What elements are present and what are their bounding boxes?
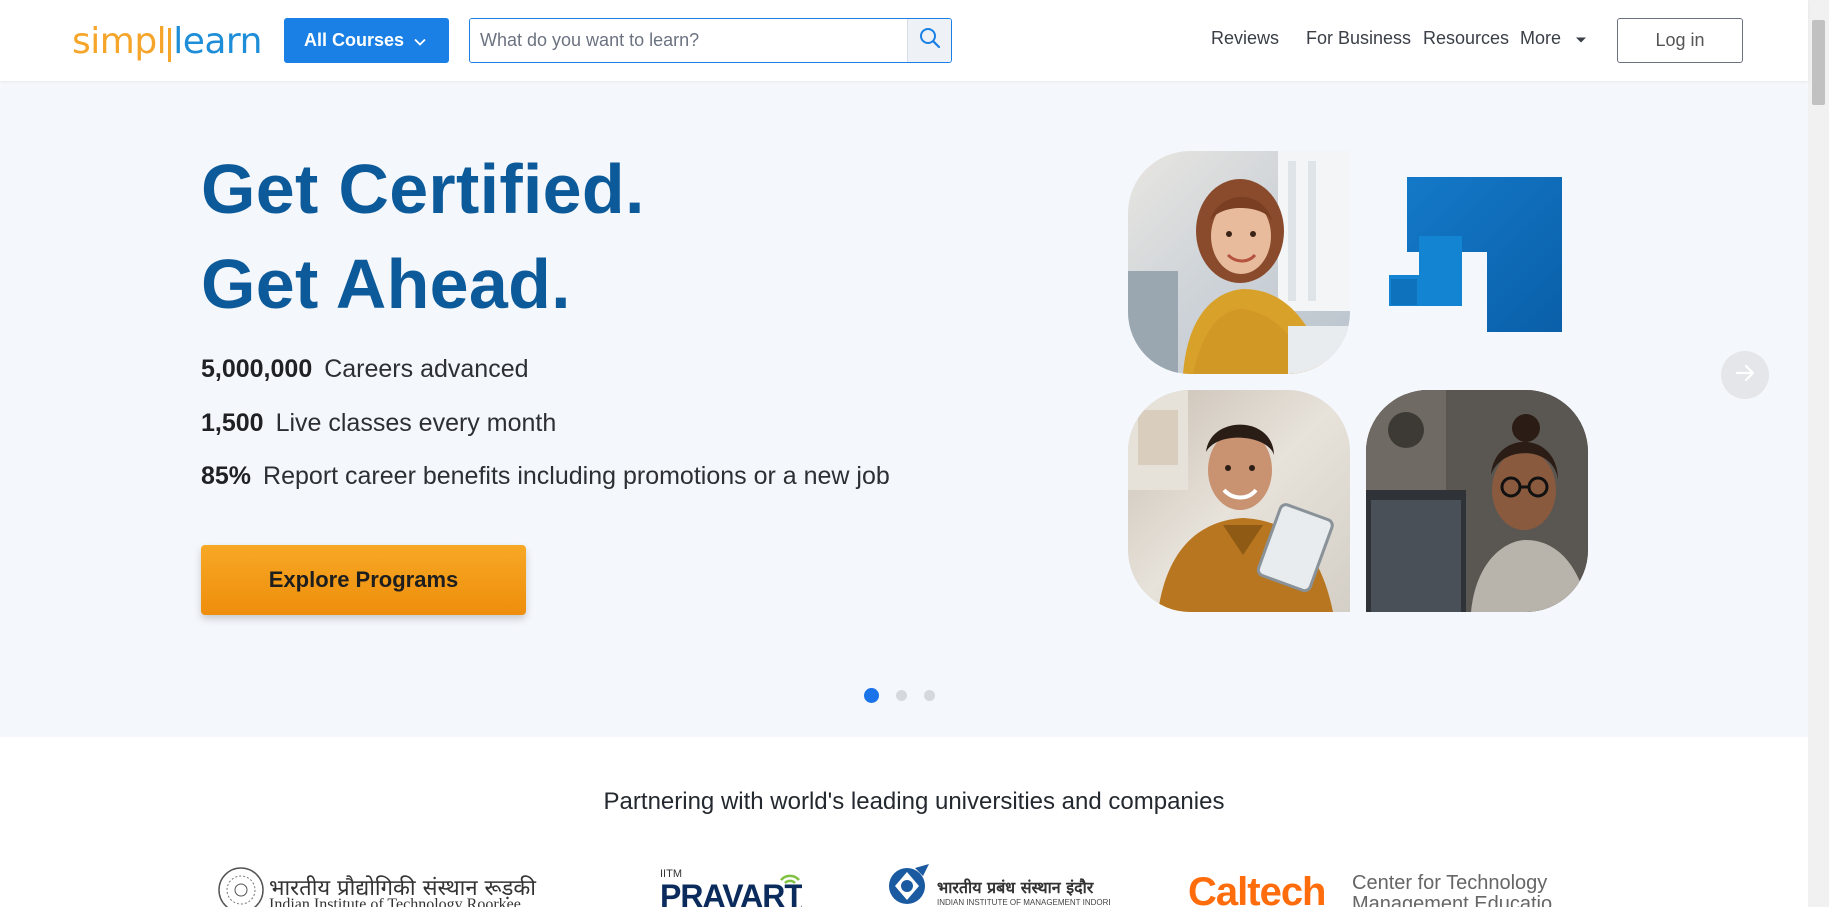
partner-logo-iit-roorkee[interactable]: भारतीय प्रौद्योगिकी संस्थान रूड़की India… <box>217 862 577 907</box>
partner-logo-iitm-pravartak[interactable]: IITM PRAVARTAK <box>660 862 802 907</box>
stat-value: 5,000,000 <box>201 355 313 383</box>
all-courses-label: All Courses <box>304 30 405 50</box>
iim-indore-emblem <box>889 864 929 904</box>
page-scrollbar[interactable] <box>1808 0 1829 907</box>
logo-part-1: simpl <box>72 20 167 62</box>
search-bar <box>469 18 952 63</box>
caltech-ctme-line-1: Center for Technology & <box>1352 872 1553 894</box>
iit-roorkee-english-name: Indian Institute of Technology Roorkee <box>269 896 521 907</box>
carousel-next-button[interactable] <box>1721 351 1769 399</box>
stat-label: Live classes every month <box>275 409 557 437</box>
hero-photo-man-with-tablet <box>1128 390 1350 612</box>
stat-live-classes: 1,500 Live classes every month <box>201 409 556 438</box>
hero-photo-woman-yellow-sweater <box>1128 151 1350 374</box>
carousel-pagination <box>864 688 935 703</box>
partners-heading: Partnering with world's leading universi… <box>603 788 1225 815</box>
explore-programs-button[interactable]: Explore Programs <box>201 545 526 615</box>
all-courses-button[interactable]: All Courses <box>284 18 449 63</box>
hero-title-line-1: Get Certified. <box>201 150 645 228</box>
partner-logo-iim-indore[interactable]: भारतीय प्रबंध संस्थान इंदौर INDIAN INSTI… <box>885 862 1110 907</box>
iim-indore-hindi-name: भारतीय प्रबंध संस्थान इंदौर <box>937 878 1094 897</box>
iim-indore-english-name: INDIAN INSTITUTE OF MANAGEMENT INDORE <box>937 898 1110 907</box>
nav-more-dropdown[interactable]: More <box>1520 28 1587 49</box>
caltech-ctme-line-2: Management Education <box>1352 893 1553 907</box>
logo-wordmark: simpl learn <box>72 21 262 62</box>
arrow-right-icon <box>1734 362 1756 389</box>
nav-reviews-link[interactable]: Reviews <box>1211 28 1279 49</box>
brand-graphic <box>1387 177 1567 357</box>
login-button[interactable]: Log in <box>1617 18 1743 63</box>
chevron-down-icon <box>413 33 427 54</box>
carousel-dot-1[interactable] <box>864 688 879 703</box>
hero-photo-woman-at-computer <box>1366 390 1588 612</box>
stat-value: 1,500 <box>201 409 264 437</box>
stat-label: Careers advanced <box>324 355 529 383</box>
hero-title-line-2: Get Ahead. <box>201 245 571 323</box>
search-input[interactable] <box>470 19 907 62</box>
search-button[interactable] <box>907 19 951 62</box>
nav-resources-link[interactable]: Resources <box>1423 28 1509 49</box>
scrollbar-thumb[interactable] <box>1812 20 1825 105</box>
logo-part-2: learn <box>173 20 262 62</box>
hero-section: Get Certified. Get Ahead. 5,000,000 Caree… <box>0 81 1808 737</box>
nav-more-label: More <box>1520 28 1562 48</box>
nav-for-business-link[interactable]: For Business <box>1306 28 1411 49</box>
partner-logo-caltech-ctme[interactable]: Caltech Center for Technology & Manageme… <box>1188 862 1553 907</box>
logo-divider <box>168 27 172 62</box>
caltech-wordmark: Caltech <box>1188 870 1326 907</box>
wifi-signal-icon <box>780 874 800 884</box>
carousel-dot-2[interactable] <box>896 690 907 701</box>
carousel-dot-3[interactable] <box>924 690 935 701</box>
site-header: simpllearn All Courses Reviews For Busin… <box>0 0 1808 81</box>
caret-down-icon <box>1575 28 1587 49</box>
search-icon <box>918 26 942 55</box>
stat-label: Report career benefits including promoti… <box>263 462 890 490</box>
stat-value: 85% <box>201 462 252 490</box>
stat-careers: 5,000,000 Careers advanced <box>201 355 529 384</box>
simplilearn-logo[interactable]: simpl learn <box>72 18 262 64</box>
stat-career-benefits: 85% Report career benefits including prom… <box>201 462 890 491</box>
